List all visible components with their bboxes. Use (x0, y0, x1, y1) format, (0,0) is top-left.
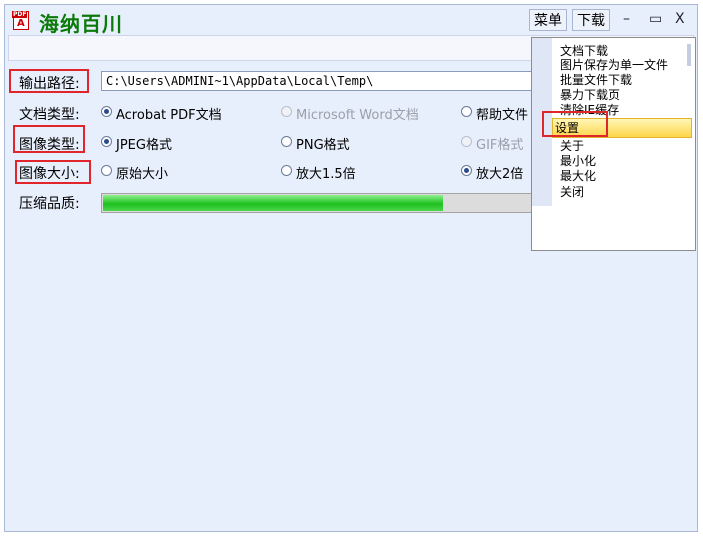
app-title: 海纳百川 (39, 12, 123, 36)
radio-acrobat-pdf[interactable] (101, 106, 112, 117)
option-label-gif: GIF格式 (476, 138, 524, 153)
pdf-badge: PDF (12, 11, 28, 18)
highlight-box-output-path (9, 69, 89, 93)
option-label-acrobat-pdf: Acrobat PDF文档 (116, 108, 222, 123)
option-label-microsoft-word: Microsoft Word文档 (296, 108, 419, 123)
radio-gif (461, 136, 472, 147)
option-label-help-file: 帮助文件 (476, 108, 529, 123)
highlight-box-image-type (13, 125, 85, 153)
menu-item-doc-download[interactable]: 文档下载 (558, 44, 692, 58)
radio-help-file[interactable] (461, 106, 472, 117)
download-dropdown-menu: 文档下载 图片保存为单一文件 批量文件下载 暴力下载页 清除IE缓存 设置 关于… (531, 37, 696, 251)
menu-item-about[interactable]: 关于 (558, 139, 692, 153)
option-label-zoom-1-5: 放大1.5倍 (296, 167, 356, 182)
menu-item-minimize[interactable]: 最小化 (558, 154, 692, 168)
minimize-icon[interactable]: – (623, 11, 630, 27)
radio-zoom-2[interactable] (461, 165, 472, 176)
quality-progress-fill (103, 195, 443, 211)
option-label-zoom-2: 放大2倍 (476, 167, 524, 182)
maximize-icon[interactable]: ▭ (649, 11, 662, 27)
output-path-field[interactable]: C:\Users\ADMINI~1\AppData\Local\Temp\ (101, 71, 541, 91)
menu-item-close[interactable]: 关闭 (558, 185, 692, 199)
quality-progress-bar[interactable] (101, 193, 541, 213)
menu-item-maximize[interactable]: 最大化 (558, 169, 692, 183)
menu-button[interactable]: 菜单 (529, 9, 567, 31)
radio-jpeg[interactable] (101, 136, 112, 147)
acrobat-mark: A (17, 18, 25, 29)
quality-label: 压缩品质: (19, 196, 80, 212)
option-label-original-size: 原始大小 (116, 167, 169, 182)
pdf-app-icon: PDF A (12, 11, 29, 30)
option-label-jpeg: JPEG格式 (116, 138, 172, 153)
menu-item-force-download[interactable]: 暴力下载页 (558, 88, 692, 102)
radio-zoom-1-5[interactable] (281, 165, 292, 176)
radio-microsoft-word (281, 106, 292, 117)
main-window: PDF A 海纳百川 菜单 下载 – ▭ X 输出路径: C:\Users\AD… (4, 4, 698, 532)
download-button[interactable]: 下载 (572, 9, 610, 31)
menu-item-save-single-file[interactable]: 图片保存为单一文件 (558, 58, 692, 72)
highlight-box-settings (542, 111, 608, 137)
highlight-box-image-size (15, 160, 91, 184)
option-label-png: PNG格式 (296, 138, 350, 153)
radio-original-size[interactable] (101, 165, 112, 176)
close-icon[interactable]: X (675, 11, 685, 27)
radio-png[interactable] (281, 136, 292, 147)
title-bar: PDF A 海纳百川 菜单 下载 – ▭ X (5, 5, 697, 36)
menu-item-batch-download[interactable]: 批量文件下载 (558, 73, 692, 87)
